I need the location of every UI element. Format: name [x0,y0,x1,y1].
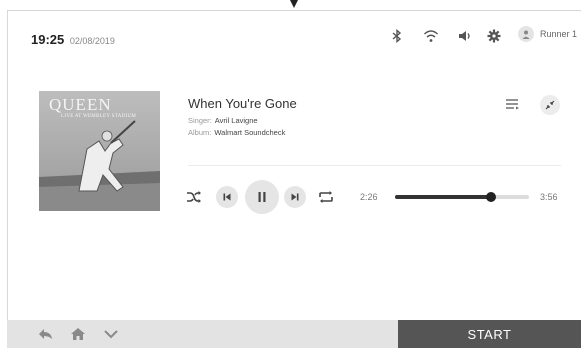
current-time: 2:26 [360,192,378,202]
total-time: 3:56 [540,192,558,202]
chevron-down-icon[interactable] [102,325,120,343]
next-icon [291,193,299,201]
shuffle-icon[interactable] [186,189,202,205]
pause-icon [258,192,266,202]
album-value: Walmart Soundcheck [214,128,286,137]
back-icon[interactable] [37,325,55,343]
album-row: Album: Walmart Soundcheck [188,128,285,137]
start-button[interactable]: START [398,320,581,348]
user-icon [518,26,534,42]
repeat-icon[interactable] [318,189,334,205]
pause-button[interactable] [245,180,279,214]
album-cover-image: QUEEN LIVE AT WEMBLEY STADIUM [39,91,160,211]
progress-fill [395,195,492,199]
minimize-player-button[interactable] [540,95,560,115]
dropdown-indicator-icon [290,0,298,8]
settings-gear-icon[interactable] [485,27,503,45]
track-title: When You're Gone [188,96,297,111]
wifi-icon[interactable] [422,27,440,45]
previous-button[interactable] [216,186,238,208]
next-button[interactable] [284,186,306,208]
singer-label: Singer: [188,116,212,125]
singer-value: Avril Lavigne [214,116,258,125]
bluetooth-icon[interactable] [388,27,406,45]
album-cover-brand: QUEEN [49,95,112,114]
singer-row: Singer: Avril Lavigne [188,116,258,125]
progress-slider[interactable] [395,192,529,202]
album-label: Album: [188,128,212,137]
home-icon[interactable] [69,325,87,343]
user-profile[interactable]: Runner 1 [518,26,577,42]
playlist-icon[interactable] [505,96,521,112]
previous-icon [223,193,231,201]
user-name: Runner 1 [540,29,578,39]
divider [188,165,561,166]
volume-icon[interactable] [456,27,474,45]
album-cover-subtitle: LIVE AT WEMBLEY STADIUM [61,114,137,119]
status-bar [0,27,581,45]
collapse-icon [545,100,555,110]
